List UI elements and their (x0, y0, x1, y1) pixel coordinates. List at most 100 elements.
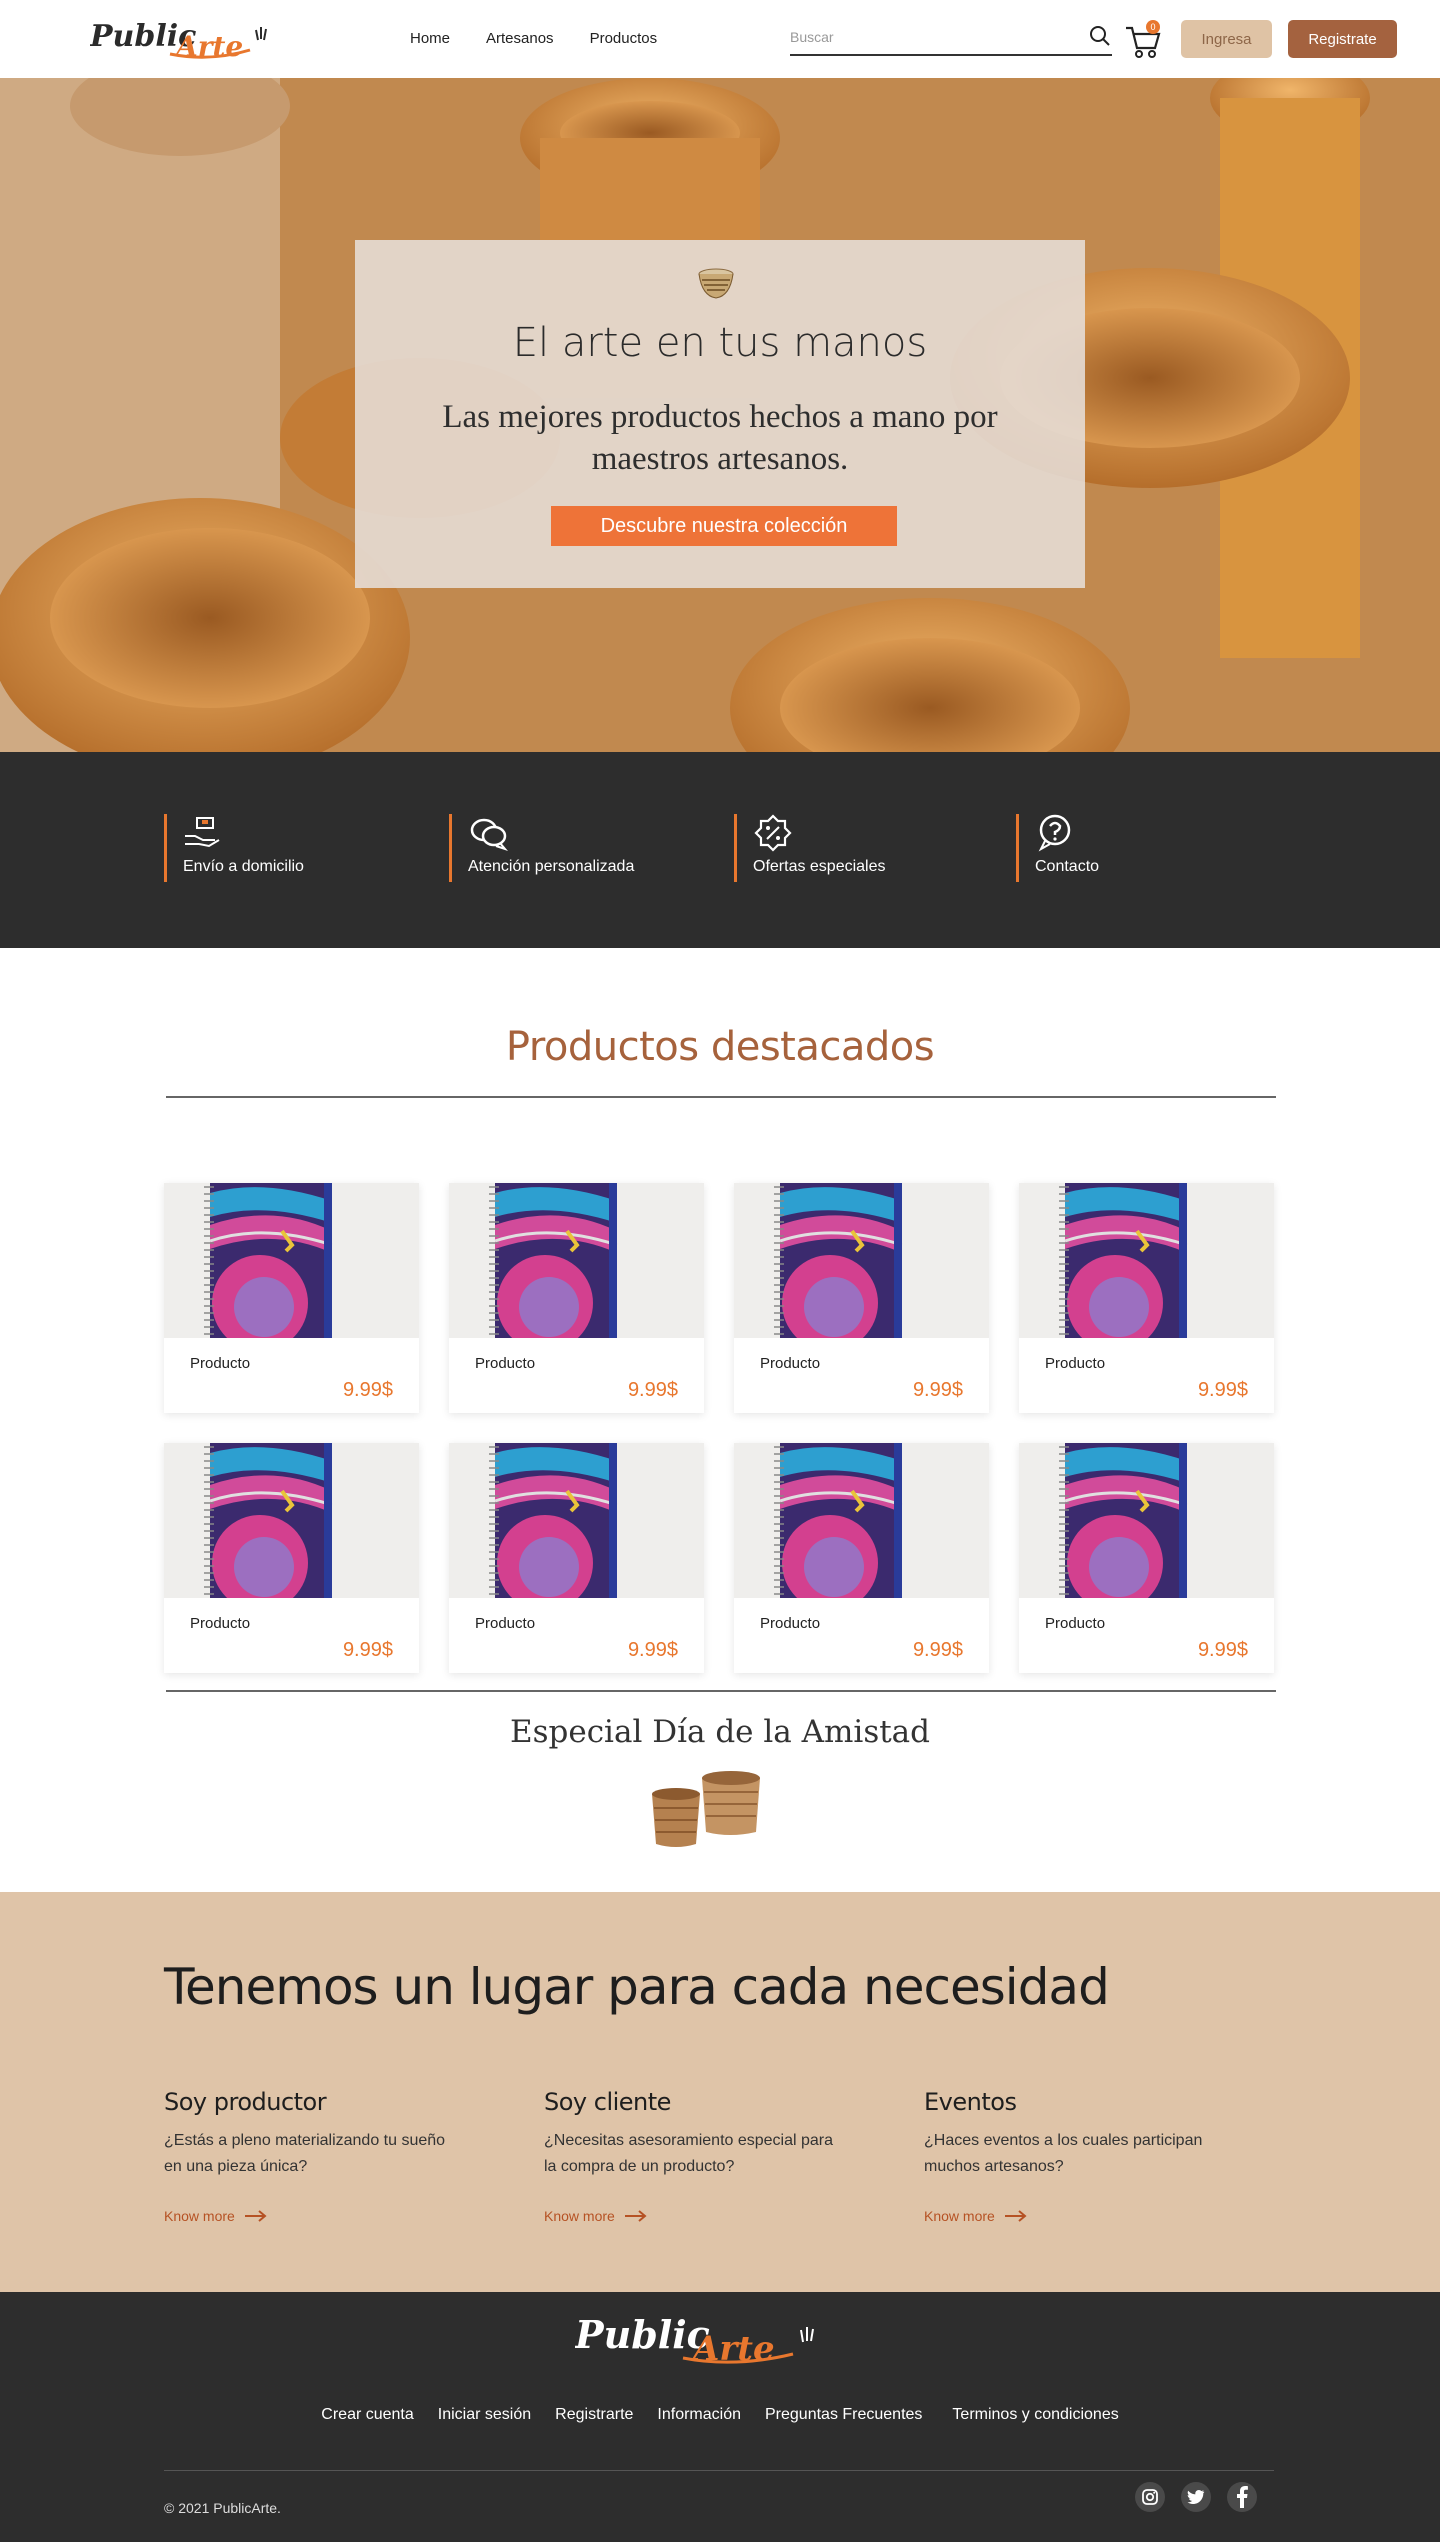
help-bubble-icon (1038, 814, 1071, 852)
arrow-right-icon (244, 2210, 267, 2222)
product-card[interactable]: Producto 9.99$ (734, 1183, 989, 1413)
column-client-title: Soy cliente (544, 2088, 671, 2116)
footer-link-info[interactable]: Información (657, 2406, 741, 2424)
baskets-image[interactable] (646, 1768, 766, 1850)
main-nav: Home Artesanos Productos (410, 30, 657, 47)
footer-link-faq[interactable]: Preguntas Frecuentes (765, 2406, 922, 2424)
product-image[interactable] (164, 1443, 419, 1598)
search-icon[interactable] (1088, 24, 1112, 48)
facebook-icon[interactable] (1227, 2482, 1257, 2512)
product-price: 9.99$ (627, 1379, 678, 1401)
product-card[interactable]: Producto 9.99$ (164, 1183, 419, 1413)
hero-title: El arte en tus manos (512, 320, 928, 366)
feature-offers-label: Ofertas especiales (753, 858, 886, 875)
product-image[interactable] (449, 1183, 704, 1338)
product-price: 9.99$ (1197, 1639, 1248, 1661)
svg-text:Public: Public (575, 2312, 710, 2357)
divider (166, 1690, 1276, 1692)
footer-link-create-account[interactable]: Crear cuenta (321, 2406, 414, 2424)
column-client: Soy cliente ¿Necesitas asesoramiento esp… (544, 2088, 844, 2224)
site-header: Public Arte Home Artesanos Productos 0 I… (0, 0, 1440, 78)
column-producer: Soy productor ¿Estás a pleno materializa… (164, 2088, 464, 2224)
product-image[interactable] (1019, 1183, 1274, 1338)
publicarte-footer-logo[interactable]: Public Arte (575, 2310, 825, 2370)
footer-link-login[interactable]: Iniciar sesión (438, 2406, 531, 2424)
product-card[interactable]: Producto 9.99$ (1019, 1183, 1274, 1413)
special-friendship-title: Especial Día de la Amistad (509, 1714, 931, 1750)
hero-subtitle: Las mejores productos hechos a mano por … (442, 399, 998, 477)
product-image[interactable] (734, 1183, 989, 1338)
product-price: 9.99$ (1197, 1379, 1248, 1401)
column-events-text: ¿Haces eventos a los cuales participan m… (924, 2132, 1203, 2175)
delivery-hand-icon (185, 817, 220, 848)
publicarte-logo[interactable]: Public Arte (90, 14, 270, 64)
footer-link-terms[interactable]: Terminos y condiciones (952, 2406, 1118, 2424)
login-button[interactable]: Ingresa (1181, 20, 1272, 58)
needs-section: Tenemos un lugar para cada necesidad Soy… (0, 1892, 1440, 2292)
product-name: Producto (760, 1355, 821, 1372)
footer-divider (164, 2470, 1274, 2471)
product-card[interactable]: Producto 9.99$ (164, 1443, 419, 1673)
discount-badge-icon (754, 814, 792, 852)
product-card[interactable]: Producto 9.99$ (734, 1443, 989, 1673)
arrow-right-icon (1004, 2210, 1027, 2222)
site-footer: Public Arte Crear cuenta Iniciar sesión … (0, 2292, 1440, 2542)
chat-bubbles-icon (470, 818, 508, 852)
copyright-text: © 2021 PublicArte. (164, 2500, 281, 2516)
feature-support[interactable]: Atención personalizada (449, 814, 634, 882)
feature-contact-label: Contacto (1035, 858, 1100, 875)
product-price: 9.99$ (912, 1639, 963, 1661)
know-more-label: Know more (164, 2208, 235, 2224)
column-producer-text: ¿Estás a pleno materializando tu sueño e… (164, 2132, 446, 2175)
product-name: Producto (1045, 1355, 1106, 1372)
product-name: Producto (190, 1615, 251, 1632)
search-bar (790, 22, 1112, 56)
product-name: Producto (475, 1615, 536, 1632)
needs-title: Tenemos un lugar para cada necesidad (164, 1958, 1110, 2016)
hero-banner: El arte en tus manos Las mejores product… (0, 78, 1440, 752)
product-name: Producto (760, 1615, 821, 1632)
nav-productos[interactable]: Productos (590, 30, 658, 47)
product-card[interactable]: Producto 9.99$ (449, 1183, 704, 1413)
know-more-producer-link[interactable]: Know more (164, 2208, 464, 2224)
know-more-label: Know more (924, 2208, 995, 2224)
footer-link-register[interactable]: Registrarte (555, 2406, 633, 2424)
product-name: Producto (475, 1355, 536, 1372)
features-band: Envío a domicilio Atención personalizada… (0, 752, 1440, 948)
arrow-right-icon (624, 2210, 647, 2222)
nav-home[interactable]: Home (410, 30, 450, 47)
twitter-icon[interactable] (1181, 2482, 1211, 2512)
know-more-client-link[interactable]: Know more (544, 2208, 844, 2224)
cart-count-badge: 0 (1146, 20, 1160, 34)
column-client-text: ¿Necesitas asesoramiento especial para l… (544, 2132, 834, 2175)
bowl-icon (698, 268, 734, 299)
feature-support-label: Atención personalizada (468, 858, 635, 875)
nav-artesanos[interactable]: Artesanos (486, 30, 554, 47)
product-image[interactable] (449, 1443, 704, 1598)
instagram-icon[interactable] (1135, 2482, 1165, 2512)
search-input[interactable] (790, 22, 1070, 52)
product-name: Producto (190, 1355, 251, 1372)
feature-delivery-label: Envío a domicilio (183, 858, 304, 875)
product-price: 9.99$ (627, 1639, 678, 1661)
column-events-title: Eventos (924, 2088, 1017, 2116)
feature-delivery[interactable]: Envío a domicilio (164, 814, 304, 882)
column-producer-title: Soy productor (164, 2088, 327, 2116)
product-name: Producto (1045, 1615, 1106, 1632)
product-image[interactable] (1019, 1443, 1274, 1598)
footer-links: Crear cuenta Iniciar sesión Registrarte … (0, 2406, 1440, 2424)
product-image[interactable] (734, 1443, 989, 1598)
feature-offers[interactable]: Ofertas especiales (734, 814, 886, 882)
register-button[interactable]: Registrate (1288, 20, 1397, 58)
product-card[interactable]: Producto 9.99$ (449, 1443, 704, 1673)
know-more-events-link[interactable]: Know more (924, 2208, 1224, 2224)
discover-collection-button[interactable]: Descubre nuestra colección (551, 506, 897, 546)
product-price: 9.99$ (912, 1379, 963, 1401)
product-price: 9.99$ (342, 1639, 393, 1661)
column-events: Eventos ¿Haces eventos a los cuales part… (924, 2088, 1224, 2224)
product-image[interactable] (164, 1183, 419, 1338)
divider (166, 1096, 1276, 1098)
product-card[interactable]: Producto 9.99$ (1019, 1443, 1274, 1673)
feature-contact[interactable]: Contacto (1016, 814, 1099, 882)
featured-products-title: Productos destacados (505, 1024, 935, 1070)
